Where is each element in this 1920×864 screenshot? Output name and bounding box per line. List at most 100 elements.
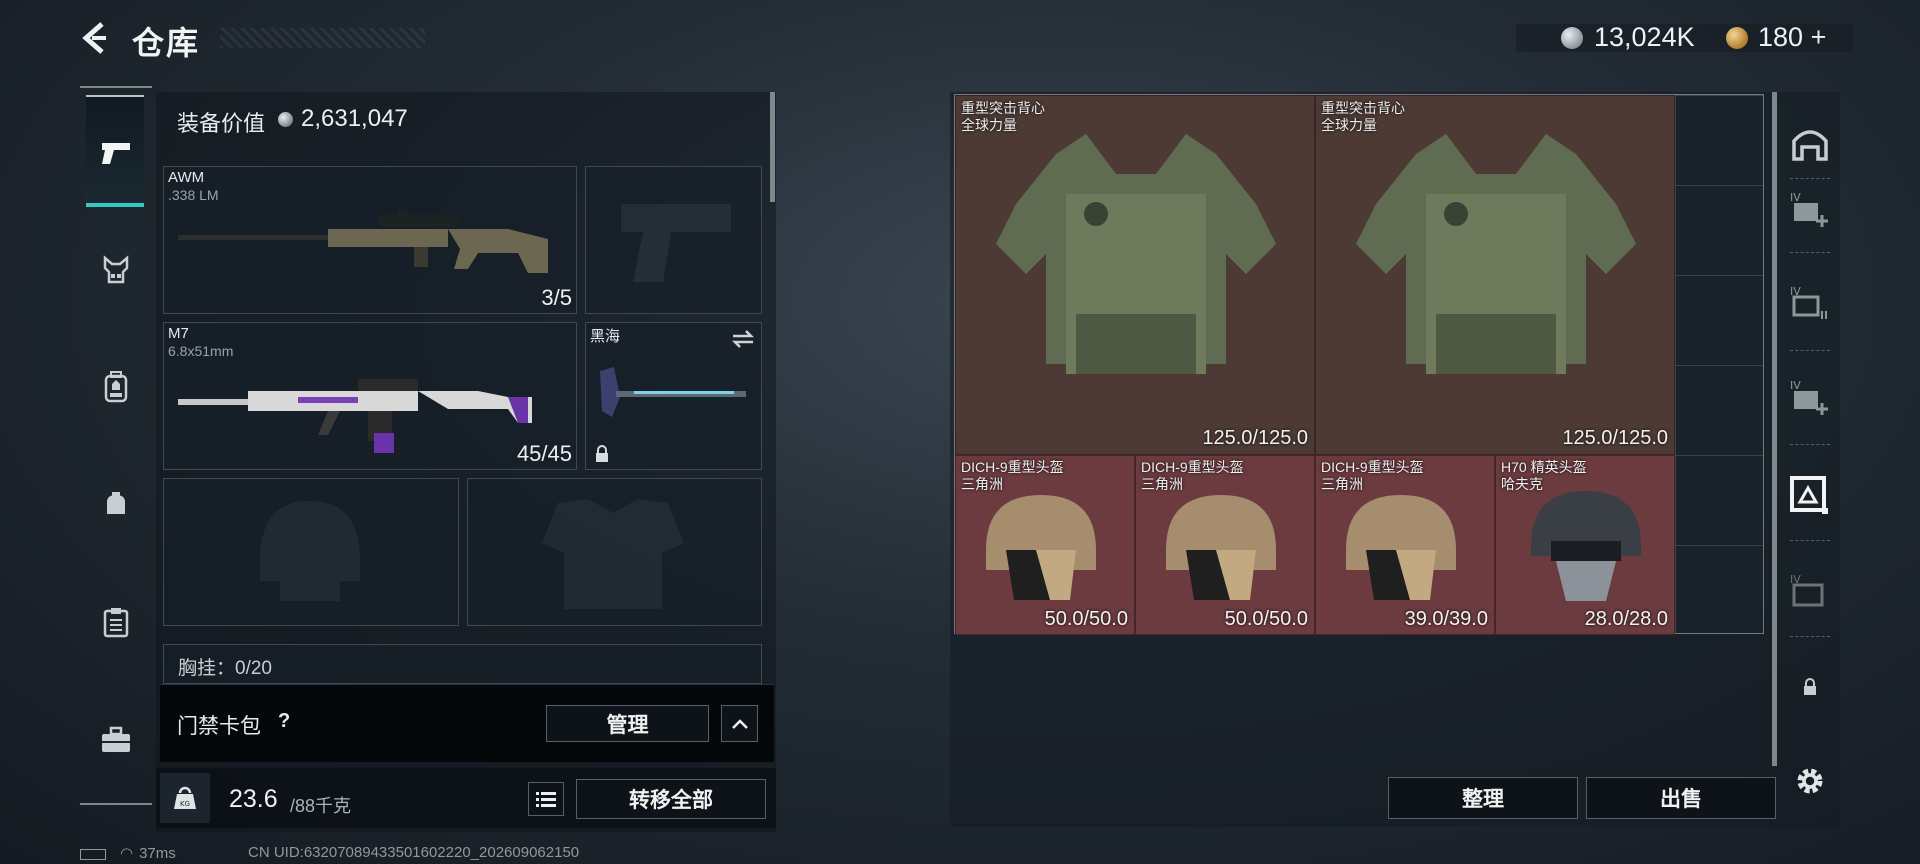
rr-item-case-5[interactable]: IV: [1783, 564, 1837, 618]
chest-rig-slot[interactable]: 胸挂：0/20: [163, 644, 762, 684]
lock-icon: [596, 445, 608, 462]
swap-icon[interactable]: [731, 329, 755, 349]
list-icon: [536, 792, 556, 807]
weapon-ammo: .338 LM: [168, 187, 219, 203]
rail-divider: [1790, 444, 1830, 445]
gold-coin-icon: [1726, 27, 1748, 49]
storage-item-helmet[interactable]: H70 精英头盔 哈夫克 28.0/28.0: [1495, 455, 1675, 635]
add-case-icon: IV: [1790, 379, 1828, 415]
storage-item-helmet[interactable]: DICH-9重型头盔 三角洲 39.0/39.0: [1315, 455, 1495, 635]
rail-item-weapons[interactable]: [86, 95, 144, 207]
vest-image: [996, 134, 1276, 374]
rr-item-locked: [1783, 660, 1837, 714]
rail-divider: [1790, 178, 1830, 179]
ammo-count: 45/45: [516, 441, 572, 466]
svg-text:IV: IV: [1790, 379, 1801, 392]
battery-icon: [80, 848, 106, 860]
help-icon[interactable]: ?: [278, 710, 290, 733]
assault-rifle-image: [178, 379, 532, 453]
transfer-all-button[interactable]: 转移全部: [576, 779, 766, 819]
storage-item-vest[interactable]: 重型突击背心 全球力量 125.0/125.0: [955, 95, 1315, 455]
silver-coin-icon: [1561, 27, 1583, 49]
page-title: 仓库: [132, 25, 201, 61]
equipment-value-label: 装备价值: [177, 111, 266, 136]
rail-divider: [1790, 350, 1830, 351]
vest-image: [1356, 134, 1636, 374]
manage-button[interactable]: 管理: [546, 705, 709, 742]
item-durability: 28.0/28.0: [1584, 608, 1668, 630]
melee-weapon-image: [600, 367, 746, 417]
silver-coin-amount: 13,024K: [1594, 22, 1695, 52]
case-icon: IV: [1790, 285, 1827, 319]
rr-item-case-1[interactable]: IV: [1783, 182, 1837, 236]
chevron-left-icon: [82, 22, 106, 54]
toolbox-icon: [102, 726, 130, 752]
silver-coin-icon: [278, 112, 293, 127]
pistol-icon: [102, 143, 130, 164]
tidy-button[interactable]: 整理: [1388, 777, 1578, 819]
melee-name: 黑海: [590, 328, 621, 345]
card-wallet-label: 门禁卡包: [177, 715, 261, 738]
rr-item-armor-stash[interactable]: [1783, 116, 1837, 170]
weight-max: /88千克: [290, 796, 352, 816]
secondary-weapon-slot[interactable]: M7 6.8x51mm 45/45: [163, 322, 577, 470]
back-button[interactable]: [78, 20, 114, 56]
helmet-image: [1166, 495, 1276, 600]
equipment-value-amount: 2,631,047: [301, 105, 408, 132]
ammo-count: 3/5: [541, 285, 572, 310]
wifi-icon: ◠: [120, 845, 134, 862]
storage-item-helmet[interactable]: DICH-9重型头盔 三角洲 50.0/50.0: [955, 455, 1135, 635]
weight-current: 23.6: [229, 785, 278, 813]
rail-divider: [1790, 540, 1830, 541]
rail-item-backpack[interactable]: [86, 357, 146, 417]
helmet-image: [986, 495, 1096, 600]
item-durability: 39.0/39.0: [1404, 608, 1488, 630]
helmet-placeholder-icon: [260, 501, 360, 601]
case-icon: IV: [1790, 573, 1824, 607]
armor-placeholder-icon: [542, 499, 684, 609]
storage-item-vest[interactable]: 重型突击背心 全球力量 125.0/125.0: [1315, 95, 1675, 455]
sniper-rifle-image: [178, 209, 548, 273]
rail-item-toolbox[interactable]: [86, 710, 146, 770]
storage-item-helmet[interactable]: DICH-9重型头盔 三角洲 50.0/50.0: [1135, 455, 1315, 635]
rail-divider: [1790, 252, 1830, 253]
chest-rig-label: 胸挂：0/20: [178, 658, 272, 679]
helmet-image: [1346, 495, 1456, 600]
rail-divider: [1790, 636, 1830, 637]
kettlebell-icon: KG: [174, 786, 196, 809]
clipboard-icon: [103, 608, 129, 638]
storage-scrollbar[interactable]: [1772, 92, 1777, 766]
item-durability: 125.0/125.0: [1562, 427, 1668, 449]
rail-item-pouch[interactable]: [86, 475, 146, 535]
rail-item-clipboard[interactable]: [86, 592, 146, 652]
collapse-button[interactable]: [721, 705, 758, 742]
helmet-slot[interactable]: [163, 478, 459, 626]
rr-item-case-3[interactable]: IV: [1783, 370, 1837, 424]
list-view-button[interactable]: [528, 782, 564, 816]
ping-value: 37ms: [139, 845, 176, 862]
item-name: H70 精英头盔: [1501, 459, 1587, 475]
svg-text:KG: KG: [180, 800, 190, 808]
primary-weapon-slot[interactable]: AWM .338 LM 3/5: [163, 166, 577, 314]
settings-button[interactable]: [1783, 754, 1837, 808]
gold-coin-amount[interactable]: 180 +: [1758, 22, 1826, 53]
helmet-image: [1531, 491, 1641, 601]
backpack-icon: [104, 371, 128, 403]
item-durability: 50.0/50.0: [1044, 608, 1128, 630]
lock-icon: [1804, 678, 1816, 695]
armor-slot[interactable]: [467, 478, 762, 626]
network-status: ◠ 37ms: [80, 844, 176, 862]
title-decoration: [220, 28, 425, 48]
sell-button[interactable]: 出售: [1586, 777, 1776, 819]
rail-divider-bottom: [80, 803, 152, 805]
pistol-slot[interactable]: [585, 166, 762, 314]
armor-stash-icon: [1792, 130, 1828, 161]
loadout-scrollbar[interactable]: [770, 92, 775, 202]
item-durability: 50.0/50.0: [1224, 608, 1308, 630]
rail-item-chest-rig[interactable]: [86, 240, 146, 300]
rr-item-case-active[interactable]: [1783, 468, 1837, 522]
uid-text: CN UID:632070894335016022​20_20260906215…: [248, 844, 580, 861]
chevron-up-icon: [731, 718, 748, 729]
rr-item-case-2[interactable]: IV: [1783, 276, 1837, 330]
melee-slot[interactable]: 黑海: [585, 322, 762, 470]
